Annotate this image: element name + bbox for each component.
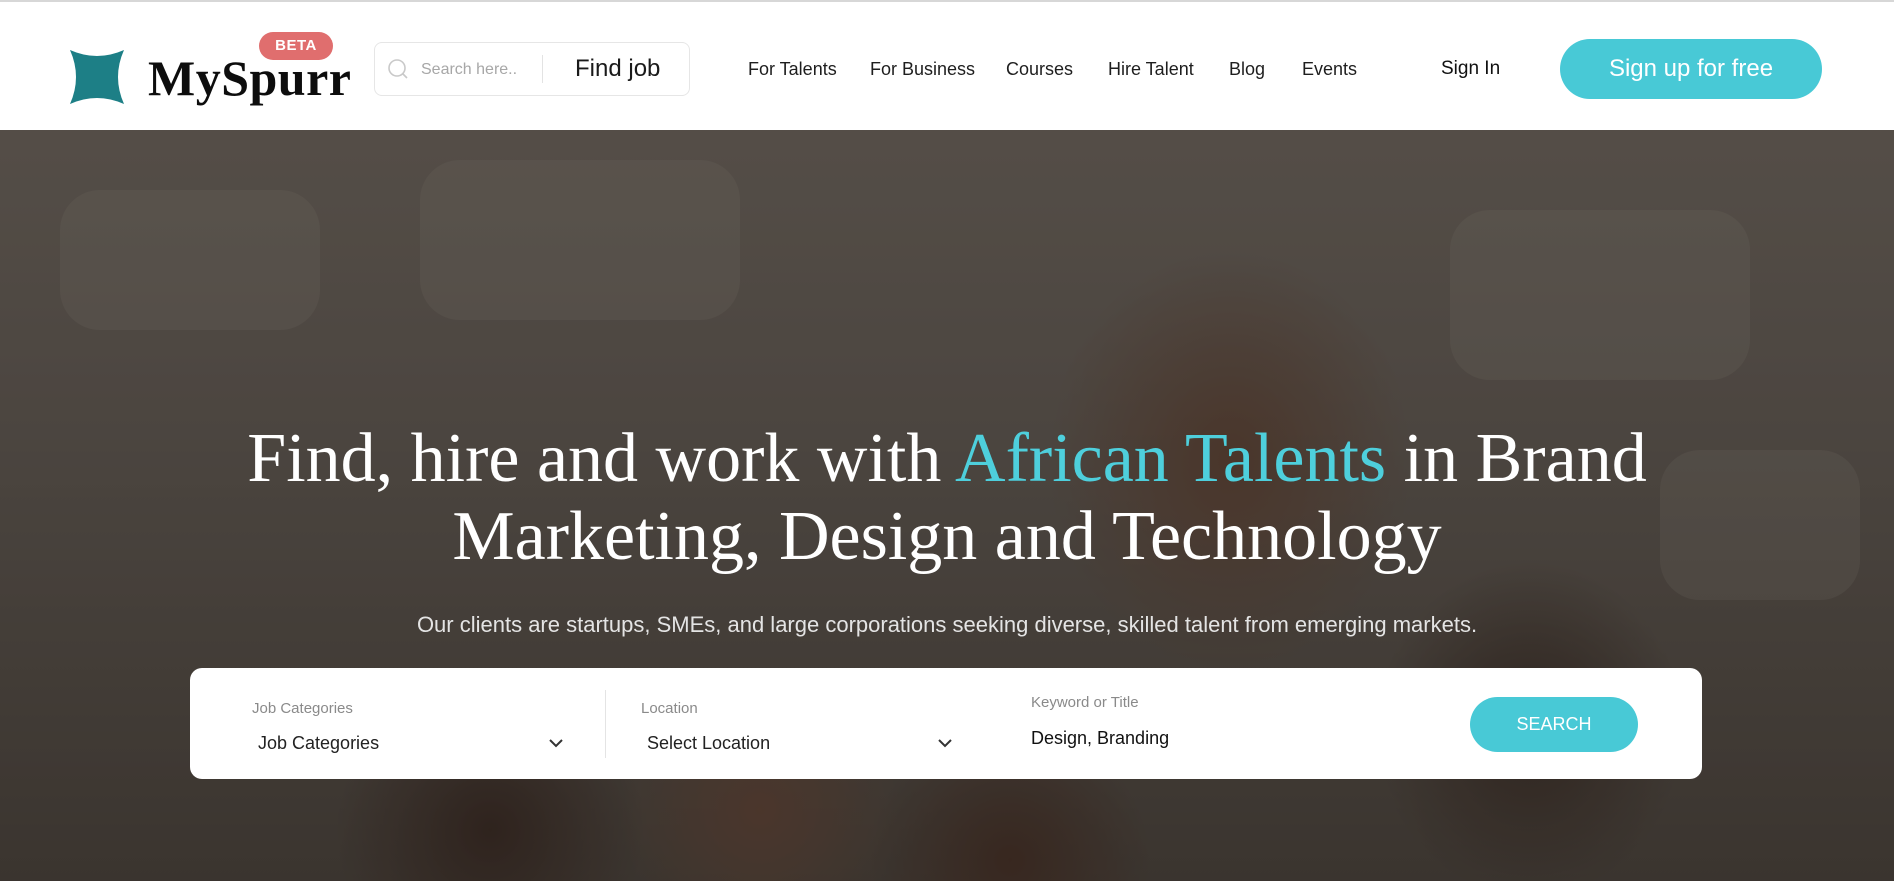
search-button[interactable]: SEARCH [1470, 697, 1638, 752]
category-label: Job Categories [252, 700, 353, 717]
hero-title-part1: Find, hire and work with [247, 420, 956, 497]
logo-star-icon [70, 50, 124, 104]
nav-hire-talent[interactable]: Hire Talent [1108, 57, 1194, 81]
hero-section: Find, hire and work with African Talents… [0, 130, 1894, 881]
header-search: Find job [374, 42, 690, 96]
panel-divider [605, 690, 606, 758]
sign-up-button[interactable]: Sign up for free [1560, 39, 1822, 99]
search-icon [388, 59, 408, 79]
beta-badge: BETA [259, 32, 333, 60]
location-select[interactable]: Select Location [647, 732, 770, 754]
hero-title-accent: African Talents [955, 420, 1387, 497]
hero-subtitle: Our clients are startups, SMEs, and larg… [416, 612, 1478, 637]
category-select[interactable]: Job Categories [258, 732, 379, 754]
header-search-input[interactable] [419, 55, 523, 85]
nav-for-talents[interactable]: For Talents [748, 57, 837, 81]
nav-courses[interactable]: Courses [1006, 57, 1073, 81]
sign-in-link[interactable]: Sign In [1441, 57, 1500, 81]
chevron-down-icon[interactable] [937, 738, 953, 748]
location-label: Location [641, 700, 698, 717]
job-search-panel: Job Categories Job Categories Location S… [190, 668, 1702, 779]
keyword-label: Keyword or Title [1031, 694, 1139, 711]
find-job-button[interactable]: Find job [575, 54, 660, 84]
nav-blog[interactable]: Blog [1229, 57, 1265, 81]
chevron-down-icon[interactable] [548, 738, 564, 748]
hero-title: Find, hire and work with African Talents… [150, 420, 1744, 576]
site-header: MySpurr BETA Find job For Talents For Bu… [0, 2, 1894, 130]
search-divider [542, 55, 543, 83]
keyword-input[interactable]: Design, Branding [1031, 727, 1169, 749]
nav-events[interactable]: Events [1302, 57, 1357, 81]
nav-for-business[interactable]: For Business [870, 57, 975, 81]
